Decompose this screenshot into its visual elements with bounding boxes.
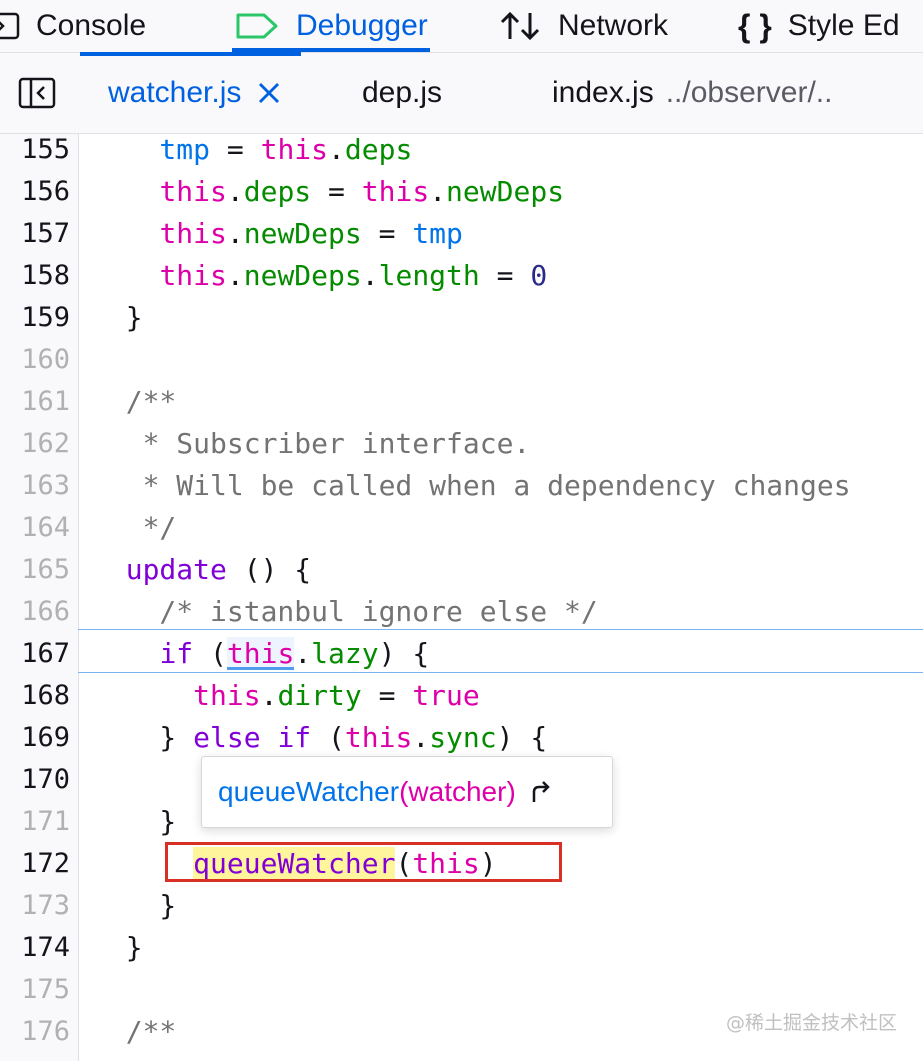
line-number[interactable]: 169	[0, 717, 70, 759]
line-number[interactable]: 161	[0, 381, 70, 423]
jump-to-definition-icon[interactable]	[530, 780, 552, 804]
source-tab-label: dep.js	[362, 76, 443, 109]
source-tab-label: index.js	[552, 76, 654, 109]
line-number[interactable]: 162	[0, 423, 70, 465]
line-number[interactable]: 164	[0, 507, 70, 549]
network-icon	[498, 10, 542, 42]
code-line: 169 } else if (this.sync) {	[0, 717, 923, 759]
code-editor[interactable]: 155 tmp = this.deps 156 this.deps = this…	[0, 134, 923, 1061]
line-number[interactable]: 167	[0, 633, 70, 675]
tab-style-editor[interactable]: { } Style Ed	[738, 0, 900, 52]
style-editor-icon: { }	[738, 7, 772, 44]
code-line: 166 /* istanbul ignore else */	[0, 591, 923, 633]
console-icon	[0, 11, 20, 41]
code-comment: * Will be called when a dependency chang…	[92, 469, 851, 502]
code-line: 160	[0, 339, 923, 381]
source-tab-index-js[interactable]: index.js ../observer/..	[552, 53, 832, 133]
code-comment: * Scheduler job interface.	[92, 1053, 581, 1061]
line-number[interactable]: 168	[0, 675, 70, 717]
code-comment: */	[92, 511, 177, 544]
close-icon[interactable]	[257, 81, 281, 105]
tab-debugger[interactable]: Debugger	[232, 0, 430, 52]
code-text: tmp = this.deps	[92, 134, 413, 166]
code-line: 158 this.newDeps.length = 0	[0, 255, 923, 297]
sidebar-toggle-icon[interactable]	[18, 76, 56, 110]
tab-console-label: Console	[36, 9, 147, 42]
code-line: 175	[0, 969, 923, 1011]
line-number[interactable]: 163	[0, 465, 70, 507]
code-comment: * Subscriber interface.	[92, 427, 531, 460]
tab-console[interactable]: Console	[0, 0, 146, 52]
code-line: 156 this.deps = this.newDeps	[0, 171, 923, 213]
code-line: 164 */	[0, 507, 923, 549]
code-line: 165 update () {	[0, 549, 923, 591]
tab-style-editor-label: Style Ed	[787, 9, 900, 42]
code-text: this.newDeps = tmp	[159, 217, 463, 250]
function-preview-popup[interactable]: queueWatcher (watcher)	[201, 756, 613, 828]
source-tab-watcher-js[interactable]: watcher.js	[79, 52, 302, 133]
line-number[interactable]: 176	[0, 1011, 70, 1053]
line-number[interactable]: 158	[0, 255, 70, 297]
debugger-icon	[234, 11, 280, 41]
line-number[interactable]: 160	[0, 339, 70, 381]
code-line: 155 tmp = this.deps	[0, 134, 923, 171]
code-text: update () {	[125, 553, 312, 586]
line-number[interactable]: 157	[0, 213, 70, 255]
line-number[interactable]: 159	[0, 297, 70, 339]
code-text: }	[92, 805, 177, 838]
hover-token[interactable]: this	[226, 637, 295, 670]
source-tabs-bar: watcher.js dep.js index.js ../observer/.…	[0, 52, 923, 134]
code-line: 157 this.newDeps = tmp	[0, 213, 923, 255]
line-number[interactable]: 172	[0, 843, 70, 885]
code-line: 163 * Will be called when a dependency c…	[0, 465, 923, 507]
source-tab-path: ../observer/..	[665, 76, 833, 109]
code-comment: /**	[92, 1015, 177, 1048]
code-text: }	[92, 931, 143, 964]
toolbox-tab-bar: Console Debugger Network { } Style Ed	[0, 0, 923, 53]
debugger-window: Console Debugger Network { } Style Ed wa…	[0, 0, 923, 1061]
line-number[interactable]: 173	[0, 885, 70, 927]
line-number[interactable]: 174	[0, 927, 70, 969]
code-text: this.newDeps.length = 0	[159, 259, 548, 292]
code-comment: /**	[92, 385, 177, 418]
code-text: this.deps = this.newDeps	[159, 175, 565, 208]
line-number[interactable]: 171	[0, 801, 70, 843]
line-number[interactable]: 177	[0, 1053, 70, 1061]
code-line: 161 /**	[0, 381, 923, 423]
line-number[interactable]: 175	[0, 969, 70, 1011]
code-text: } else if (this.sync) {	[92, 721, 548, 754]
source-tab-dep-js[interactable]: dep.js	[362, 53, 442, 133]
line-number[interactable]: 155	[0, 134, 70, 171]
code-line: 177 * Scheduler job interface.	[0, 1053, 923, 1061]
code-text: this.dirty = true	[193, 679, 480, 712]
line-number[interactable]: 170	[0, 759, 70, 801]
line-number[interactable]: 166	[0, 591, 70, 633]
watermark: @稀土掘金技术社区	[725, 1012, 897, 1034]
code-line: 162 * Subscriber interface.	[0, 423, 923, 465]
highlight-box	[165, 842, 562, 882]
line-number[interactable]: 156	[0, 171, 70, 213]
code-line: 159 }	[0, 297, 923, 339]
line-number[interactable]: 165	[0, 549, 70, 591]
code-text: }	[92, 889, 177, 922]
code-line: 167 if (this.lazy) {	[0, 633, 923, 675]
tab-network-label: Network	[558, 9, 669, 42]
popup-function-name[interactable]: queueWatcher	[218, 776, 399, 808]
code-text: if (this.lazy) {	[159, 637, 430, 670]
source-tab-label: watcher.js	[108, 76, 242, 109]
code-line: 173 }	[0, 885, 923, 927]
popup-function-params: (watcher)	[399, 776, 516, 807]
tab-network[interactable]: Network	[498, 0, 668, 52]
code-line: 168 this.dirty = true	[0, 675, 923, 717]
code-line: 174 }	[0, 927, 923, 969]
code-text: }	[92, 301, 143, 334]
tab-debugger-label: Debugger	[296, 9, 428, 42]
code-comment: /* istanbul ignore else */	[92, 595, 598, 628]
